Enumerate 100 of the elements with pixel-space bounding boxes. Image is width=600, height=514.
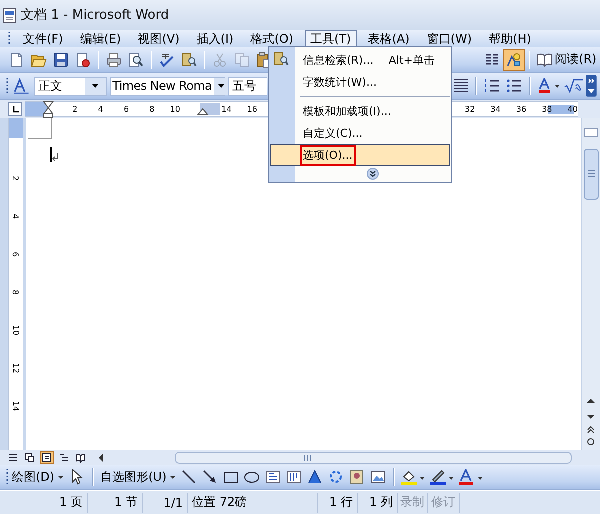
status-text: 1 行 (330, 494, 353, 511)
menu-item[interactable]: 选项(O)... (270, 144, 450, 166)
ruler-number: 32 (465, 104, 476, 114)
menu-grip-icon[interactable] (8, 30, 11, 46)
bulleted-list-icon[interactable] (506, 78, 522, 94)
toolbar-grip-icon[interactable] (6, 467, 9, 487)
line-icon[interactable] (181, 469, 198, 485)
spelling-check-icon[interactable] (159, 52, 176, 68)
scroll-down-icon[interactable] (586, 414, 596, 420)
picture-icon[interactable] (370, 469, 386, 485)
ruler-number: 12 (12, 362, 20, 374)
reading-layout-icon[interactable] (76, 452, 86, 462)
caret-icon (218, 84, 226, 88)
fill-color-icon[interactable] (401, 469, 426, 485)
printer-icon[interactable] (106, 52, 122, 68)
ruler-number: 38 (542, 104, 552, 114)
text-cursor-icon (50, 147, 52, 162)
distributed-align-icon[interactable] (452, 78, 469, 94)
status-text: 1 页 (60, 494, 83, 511)
numbered-list-icon[interactable] (484, 78, 500, 94)
ruler-number: 4 (12, 213, 20, 219)
menu-item[interactable]: 编辑(E) (74, 30, 128, 47)
text-box-icon[interactable] (265, 469, 282, 485)
indent-marker-icon[interactable] (43, 101, 54, 119)
vertical-scrollbar[interactable] (581, 118, 600, 450)
print-preview-icon[interactable] (128, 52, 144, 68)
toolbar-options-icon[interactable] (586, 75, 598, 97)
ruler-number: 40 (568, 104, 578, 114)
font-dropdown[interactable]: Times New Roma (110, 76, 225, 96)
menu-item[interactable]: 自定义(C)... (270, 122, 450, 144)
ruler-number: 14 (222, 104, 232, 114)
menu-item[interactable]: 工具(T) (304, 30, 358, 47)
ruler-corner-icon (584, 128, 598, 137)
caret-icon (170, 476, 176, 478)
dropdown-button[interactable] (214, 78, 230, 94)
horizontal-scroll-thumb-icon[interactable] (175, 452, 572, 464)
draw-menu-button[interactable]: 绘图(D) (9, 466, 67, 488)
status-text: 位置 72磅 (192, 494, 248, 511)
new-document-icon[interactable] (9, 52, 26, 68)
menu-item[interactable]: 插入(I) (190, 30, 240, 47)
drawing-tools-icon[interactable] (506, 52, 522, 68)
menu-item[interactable]: 窗口(W) (420, 30, 478, 47)
diagram-icon[interactable] (328, 469, 344, 485)
expand-menu-icon[interactable] (367, 168, 379, 180)
scroll-left-icon[interactable] (98, 452, 104, 462)
menu-item[interactable]: 表格(A) (362, 30, 416, 47)
ruler-number: 6 (124, 104, 130, 114)
font-color-icon[interactable] (459, 469, 484, 485)
scroll-up-icon[interactable] (586, 398, 596, 404)
book-icon (537, 52, 554, 68)
print-layout-icon[interactable] (42, 452, 52, 462)
style-dropdown[interactable]: 正文 (34, 76, 107, 96)
scroll-thumb-icon[interactable] (584, 149, 598, 200)
menu-item[interactable]: 文件(F) (17, 30, 70, 47)
ruler-number: 36 (516, 104, 527, 114)
ruler-number: 10 (170, 104, 180, 114)
margin-corner-mark (28, 118, 52, 139)
outline-view-icon[interactable] (59, 452, 69, 462)
ruler-number: 8 (150, 104, 155, 114)
book-search-icon[interactable] (181, 52, 198, 68)
menu-item[interactable]: 字数统计(W)... (270, 71, 450, 93)
autoshapes-menu-button[interactable]: 自选图形(U) (98, 466, 179, 488)
menu-item[interactable]: 信息检索(R)... Alt+单击 (270, 49, 450, 71)
font-size-dropdown[interactable]: 五号 (228, 76, 268, 96)
dropdown-button[interactable] (84, 78, 106, 94)
status-text: 录制 (400, 494, 424, 511)
tab-stop-button[interactable] (8, 102, 22, 116)
toolbar-grip-icon[interactable] (6, 76, 9, 96)
status-text: 1 节 (114, 494, 138, 511)
previous-page-icon[interactable] (587, 426, 595, 434)
vertical-text-box-icon[interactable] (286, 469, 302, 485)
line-color-icon[interactable] (430, 469, 454, 485)
menu-item[interactable]: 格式(O) (244, 30, 300, 47)
web-layout-icon[interactable] (25, 452, 35, 462)
window-title: 文档 1 - Microsoft Word (21, 7, 170, 24)
ruler-number: 2 (72, 104, 78, 114)
document-lock-icon[interactable] (75, 52, 92, 68)
ruler-number: 6 (12, 251, 20, 257)
normal-view-icon[interactable] (8, 452, 18, 462)
arrow-icon[interactable] (202, 469, 218, 485)
tab-stop-icon (10, 104, 20, 114)
clip-art-icon[interactable] (349, 469, 366, 485)
rectangle-icon[interactable] (223, 469, 240, 485)
oval-icon[interactable] (244, 469, 260, 485)
ruler-number: 4 (98, 104, 104, 114)
wordart-icon[interactable] (307, 469, 324, 485)
save-icon[interactable] (53, 52, 70, 68)
ruler-number: 14 (12, 400, 20, 412)
status-text: 1 列 (370, 494, 393, 511)
read-button[interactable]: 阅读(R) (534, 48, 600, 70)
document-icon[interactable] (3, 8, 16, 22)
styles-icon[interactable] (12, 78, 29, 94)
font-color-icon[interactable] (538, 78, 560, 94)
columns-icon[interactable] (484, 52, 500, 68)
browse-object-icon[interactable] (587, 438, 595, 446)
menu-item[interactable]: 模板和加载项(I)... (270, 100, 450, 122)
font-size-value: 五号 (232, 78, 258, 94)
menu-item[interactable]: 帮助(H) (483, 30, 538, 47)
equation-icon[interactable] (564, 78, 584, 94)
menu-item[interactable]: 视图(V) (132, 30, 186, 47)
